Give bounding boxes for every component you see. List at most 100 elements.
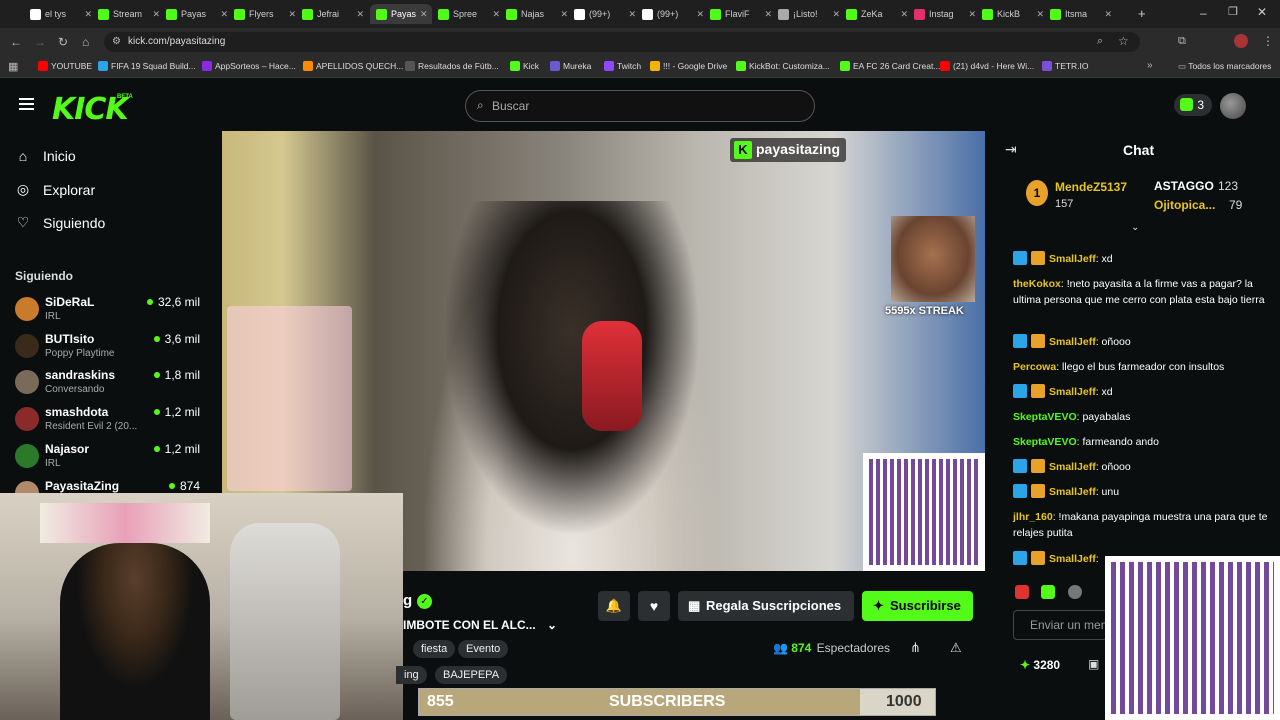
- chat-username[interactable]: theKokox: [1013, 278, 1061, 290]
- chat-username[interactable]: SmallJeff: [1049, 336, 1096, 348]
- bookmark-item[interactable]: (21) d4vd - Here Wi...: [940, 61, 1034, 71]
- url-field[interactable]: kick.com/payasitazing: [104, 32, 1140, 52]
- collapse-chat-icon[interactable]: ⇥: [1005, 141, 1017, 158]
- chat-username[interactable]: SmallJeff: [1049, 386, 1096, 398]
- browser-tab[interactable]: Payas ✕: [370, 4, 432, 24]
- home-browser-icon[interactable]: ⌂: [82, 35, 89, 49]
- emote-green-icon[interactable]: [1041, 585, 1056, 599]
- bookmark-item[interactable]: Kick: [510, 61, 539, 71]
- close-tab-icon[interactable]: ✕: [84, 9, 92, 20]
- following-channel[interactable]: sandraskins Conversando 1,8 mil: [15, 368, 200, 402]
- browser-tab[interactable]: Spree ✕: [438, 4, 500, 24]
- close-tab-icon[interactable]: ✕: [1104, 9, 1112, 20]
- chat-username[interactable]: SmallJeff: [1049, 486, 1096, 498]
- bookmark-item[interactable]: Mureka: [550, 61, 591, 71]
- close-tab-icon[interactable]: ✕: [1036, 9, 1044, 20]
- new-tab-button[interactable]: +: [1138, 6, 1146, 21]
- close-tab-icon[interactable]: ✕: [288, 9, 296, 20]
- browser-tab[interactable]: el tys ✕: [30, 4, 92, 24]
- forward-icon[interactable]: →: [34, 35, 46, 49]
- following-channel[interactable]: Najasor IRL 1,2 mil: [15, 442, 200, 476]
- close-tab-icon[interactable]: ✕: [628, 9, 636, 20]
- bookmark-item[interactable]: APELLIDOS QUECH...: [303, 61, 403, 71]
- following-channel[interactable]: BUTIsito Poppy Playtime 3,6 mil: [15, 332, 200, 366]
- close-tab-icon[interactable]: ✕: [560, 9, 568, 20]
- chat-username[interactable]: jlhr_160: [1013, 511, 1053, 523]
- chevron-down-icon[interactable]: ⌄: [547, 618, 557, 632]
- browser-tab[interactable]: ¡Listo! ✕: [778, 4, 840, 24]
- bookmarks-overflow-icon[interactable]: »: [1147, 60, 1153, 71]
- close-tab-icon[interactable]: ✕: [420, 9, 428, 20]
- nav-item-inicio[interactable]: ⌂ Inicio: [15, 148, 76, 164]
- stream-tag[interactable]: BAJEPEPA: [435, 666, 508, 684]
- browser-tab[interactable]: KickB ✕: [982, 4, 1044, 24]
- maximize-button[interactable]: ❐: [1228, 5, 1238, 18]
- close-window-button[interactable]: ✕: [1257, 5, 1267, 19]
- back-icon[interactable]: ←: [10, 35, 22, 49]
- zoom-icon[interactable]: ⌕: [1097, 35, 1103, 48]
- close-tab-icon[interactable]: ✕: [492, 9, 500, 20]
- close-tab-icon[interactable]: ✕: [220, 9, 228, 20]
- emote-grey-icon[interactable]: [1067, 585, 1082, 599]
- gift-subs-button[interactable]: ▦ Regala Suscripciones: [678, 591, 854, 621]
- close-tab-icon[interactable]: ✕: [152, 9, 160, 20]
- chat-input[interactable]: Enviar un mensaje: [1013, 610, 1108, 640]
- bookmark-item[interactable]: KickBot: Customiza...: [736, 61, 830, 71]
- chat-username[interactable]: SmallJeff: [1049, 253, 1096, 265]
- browser-tab[interactable]: Stream ✕: [98, 4, 160, 24]
- following-channel[interactable]: smashdota Resident Evil 2 (20... 1,2 mil: [15, 405, 200, 439]
- browser-tab[interactable]: ZeKa ✕: [846, 4, 908, 24]
- search-input[interactable]: Buscar: [465, 90, 815, 122]
- reload-icon[interactable]: ↻: [58, 35, 68, 49]
- browser-tab[interactable]: (99+) ✕: [574, 4, 636, 24]
- stream-tag[interactable]: Evento: [458, 640, 509, 658]
- nav-item-explorar[interactable]: ◎ Explorar: [15, 181, 95, 198]
- user-avatar[interactable]: [1220, 93, 1246, 119]
- stream-tag[interactable]: fiesta: [413, 640, 456, 658]
- expand-chevron-icon[interactable]: ⌄: [1131, 222, 1139, 233]
- notifications-button[interactable]: 3: [1174, 94, 1212, 116]
- bookmark-item[interactable]: AppSorteos – Hace...: [202, 61, 296, 71]
- follow-heart-button[interactable]: ♥: [638, 591, 670, 621]
- emote-red-icon[interactable]: [1015, 585, 1029, 599]
- browser-tab[interactable]: Flyers ✕: [234, 4, 296, 24]
- bookmark-item[interactable]: FIFA 19 Squad Build...: [98, 61, 196, 71]
- chat-username[interactable]: SmallJeff: [1049, 553, 1096, 565]
- bookmark-item[interactable]: Resultados de Fútb...: [405, 61, 499, 71]
- chat-username[interactable]: SkeptaVEVO: [1013, 411, 1077, 423]
- close-tab-icon[interactable]: ✕: [356, 9, 364, 20]
- minimize-button[interactable]: –: [1200, 6, 1207, 20]
- chat-username[interactable]: Percowa: [1013, 361, 1056, 373]
- profile-icon[interactable]: [1234, 34, 1248, 48]
- browser-tab[interactable]: Instag ✕: [914, 4, 976, 24]
- close-tab-icon[interactable]: ✕: [968, 9, 976, 20]
- browser-tab[interactable]: (99+) ✕: [642, 4, 704, 24]
- browser-tab[interactable]: Najas ✕: [506, 4, 568, 24]
- close-tab-icon[interactable]: ✕: [900, 9, 908, 20]
- share-icon[interactable]: ⋔: [910, 640, 921, 656]
- chat-username[interactable]: SmallJeff: [1049, 461, 1096, 473]
- close-tab-icon[interactable]: ✕: [696, 9, 704, 20]
- report-icon[interactable]: ⚠: [950, 640, 962, 656]
- hamburger-menu-icon[interactable]: [19, 98, 34, 110]
- following-channel[interactable]: SiDeRaL IRL 32,6 mil: [15, 295, 200, 329]
- close-tab-icon[interactable]: ✕: [764, 9, 772, 20]
- extensions-icon[interactable]: ⧉: [1178, 35, 1186, 48]
- subscribe-button[interactable]: ✦ Suscribirse: [862, 591, 973, 621]
- all-bookmarks-link[interactable]: ▭ Todos los marcadores: [1178, 61, 1271, 72]
- notify-bell-button[interactable]: 🔔: [598, 591, 630, 621]
- bookmark-item[interactable]: !!! - Google Drive: [650, 61, 727, 71]
- site-info-icon[interactable]: ⚙: [112, 36, 121, 47]
- bookmark-item[interactable]: EA FC 26 Card Creat...: [840, 61, 940, 71]
- apps-icon[interactable]: ▦: [8, 60, 18, 73]
- nav-item-siguiendo[interactable]: ♡ Siguiendo: [15, 214, 106, 231]
- browser-tab[interactable]: FlaviF ✕: [710, 4, 772, 24]
- browser-tab[interactable]: Itsma ✕: [1050, 4, 1112, 24]
- bookmark-star-icon[interactable]: ☆: [1118, 34, 1129, 48]
- browser-tab[interactable]: Jefrai ✕: [302, 4, 364, 24]
- chat-username[interactable]: SkeptaVEVO: [1013, 436, 1077, 448]
- menu-dots-icon[interactable]: ⋮: [1262, 34, 1274, 48]
- bookmark-item[interactable]: YOUTUBE: [38, 61, 92, 71]
- points-display[interactable]: ✦ 3280: [1020, 658, 1060, 672]
- bookmark-item[interactable]: Twitch: [604, 61, 641, 71]
